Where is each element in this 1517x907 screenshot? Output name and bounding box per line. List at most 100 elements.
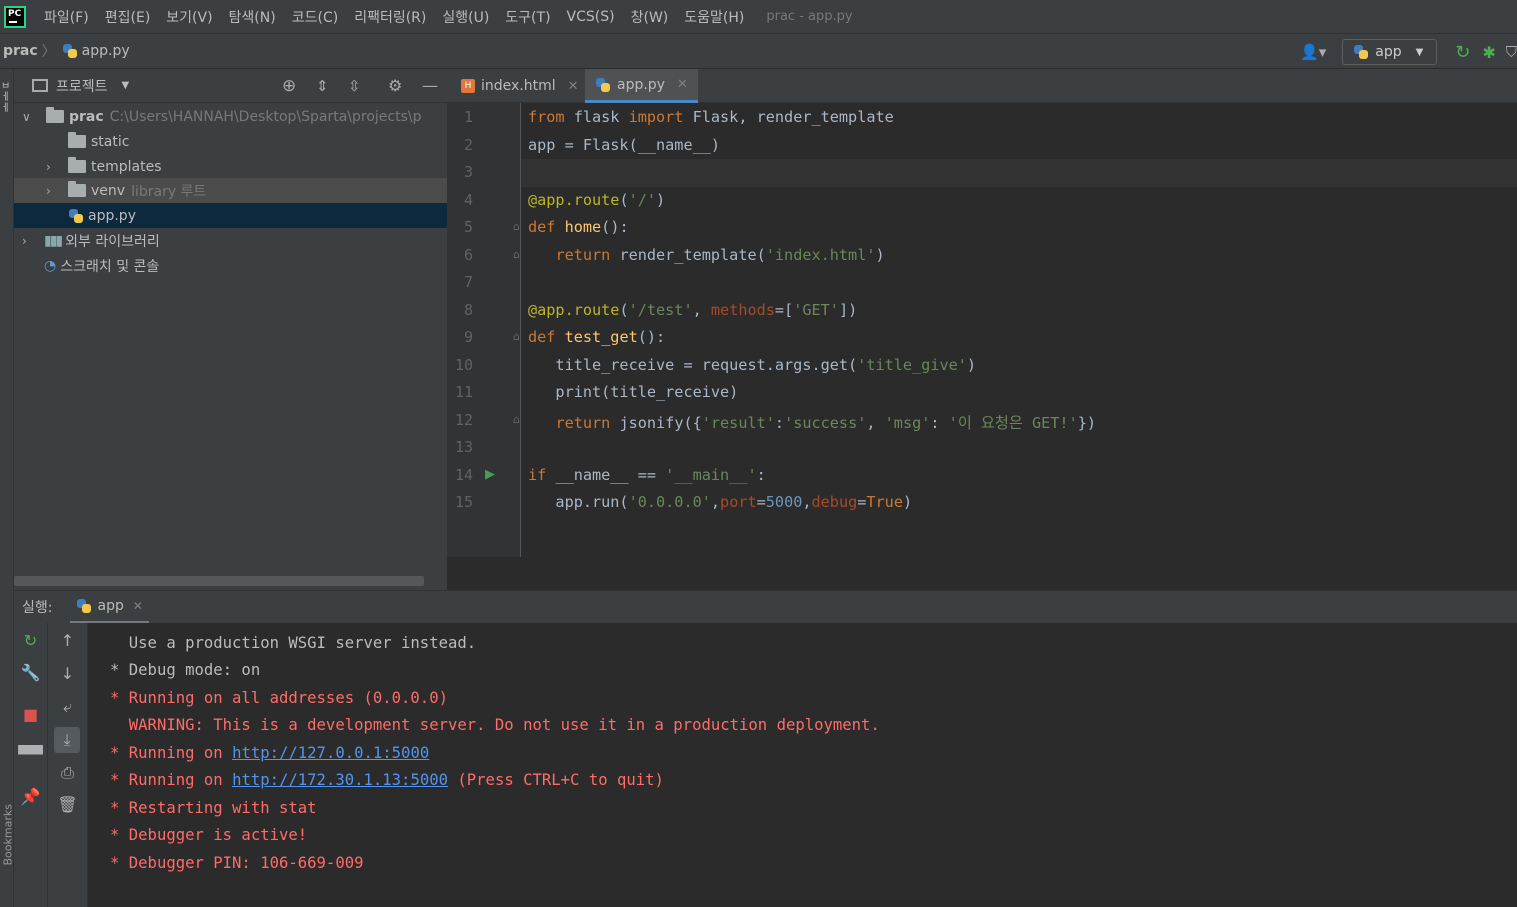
window-title: prac - app.py <box>766 9 853 24</box>
menu-run[interactable]: 실행(U) <box>434 7 497 27</box>
console-line: * Debugger PIN: 106-669-009 <box>110 854 364 872</box>
line-number: 12 <box>454 410 473 429</box>
settings-gear-icon[interactable]: ⚙ <box>388 76 402 95</box>
rerun-icon[interactable]: ↻ <box>1455 42 1470 63</box>
menu-edit[interactable]: 편집(E) <box>97 7 159 27</box>
code-line: return jsonify({'result':'success', 'msg… <box>555 413 1097 432</box>
tab-app-py[interactable]: app.py ✕ <box>585 69 698 103</box>
fold-marker-icon[interactable]: ⌂ <box>513 248 520 261</box>
trash-icon[interactable]: 🗑 <box>48 795 87 814</box>
menu-tools[interactable]: 도구(T) <box>497 7 558 27</box>
run-tab-app[interactable]: app ✕ <box>70 591 149 624</box>
line-number: 11 <box>454 383 473 401</box>
collapse-all-icon[interactable]: ⇳ <box>348 77 361 95</box>
left-tool-strip: ㅂㅔㅔ Bookmarks <box>0 69 15 907</box>
tree-item-templates[interactable]: › templates <box>14 154 447 179</box>
wrench-icon[interactable]: 🔧 <box>14 663 47 682</box>
project-view-icon <box>32 79 48 92</box>
line-number: 10 <box>454 355 473 374</box>
run-config-selector[interactable]: app ▼ <box>1342 39 1438 65</box>
coverage-shield-icon[interactable]: ⛉ <box>1506 43 1517 61</box>
fold-marker-icon[interactable]: ⌂ <box>513 413 520 426</box>
arrow-down-icon[interactable]: ↓ <box>48 664 87 683</box>
print-icon[interactable]: ⎙ <box>48 763 87 783</box>
breadcrumb-separator-icon: 〉 <box>41 44 56 60</box>
tree-item-app-py[interactable]: app.py <box>14 203 447 228</box>
menu-navigate[interactable]: 탐색(N) <box>221 7 284 27</box>
line-number: 1 <box>463 108 473 126</box>
rerun-icon[interactable]: ↻ <box>14 631 47 650</box>
pin-icon[interactable]: 📌 <box>14 787 47 806</box>
hide-panel-icon[interactable]: — <box>422 76 438 95</box>
code-line: app = Flask(__name__) <box>528 135 721 154</box>
breadcrumb-root[interactable]: prac <box>0 43 38 59</box>
python-file-icon <box>68 208 84 224</box>
code-line: app.run('0.0.0.0',port=5000,debug=True) <box>528 493 913 511</box>
user-account-icon[interactable]: 👤▾ <box>1300 43 1326 61</box>
code-line: def home(): <box>528 218 629 236</box>
code-line: return render_template('index.html') <box>555 245 885 264</box>
menu-vcs[interactable]: VCS(S) <box>559 9 623 25</box>
line-number: 3 <box>463 163 473 181</box>
expand-all-icon[interactable]: ⇕ <box>316 77 329 95</box>
project-view-dropdown-icon[interactable]: ▼ <box>122 80 130 91</box>
menu-help[interactable]: 도움말(H) <box>676 7 752 27</box>
run-toolbar-primary: ↻ 🔧 ■ ▀▀ 📌 <box>14 623 48 907</box>
close-icon[interactable]: ✕ <box>677 77 688 92</box>
tree-item-label: templates <box>91 158 162 175</box>
editor-tab-bar: H index.html ✕ app.py ✕ <box>447 69 1517 103</box>
localhost-link[interactable]: http://127.0.0.1:5000 <box>232 744 429 762</box>
tree-item-static[interactable]: static <box>14 129 447 154</box>
fold-marker-icon[interactable]: ⌂ <box>513 330 520 343</box>
tree-item-venv[interactable]: › venv library 루트 <box>14 178 447 203</box>
folder-icon <box>46 107 64 123</box>
console-line: WARNING: This is a development server. D… <box>110 716 880 734</box>
locate-file-icon[interactable]: ⊕ <box>282 76 296 96</box>
stop-icon[interactable]: ■ <box>14 705 47 724</box>
root-folder-name: prac <box>69 108 104 125</box>
tab-index-html[interactable]: H index.html ✕ <box>451 69 589 103</box>
line-number: 15 <box>454 493 473 511</box>
close-icon[interactable]: ✕ <box>133 599 143 613</box>
tree-item-scratches[interactable]: ◔ 스크래치 및 콘솔 <box>14 253 447 278</box>
soft-wrap-icon[interactable]: ⤶ <box>48 697 87 717</box>
console-line: * Restarting with stat <box>110 799 317 817</box>
menu-refactor[interactable]: 리팩터링(R) <box>346 7 434 27</box>
close-icon[interactable]: ✕ <box>568 79 579 94</box>
project-horizontal-scrollbar[interactable] <box>14 576 424 586</box>
line-number: 7 <box>463 273 473 291</box>
fold-marker-icon[interactable]: ⌂ <box>513 220 520 233</box>
library-icon: ▮▮▮ <box>44 232 63 249</box>
code-line: title_receive = request.args.get('title_… <box>528 355 977 374</box>
bookmarks-label[interactable]: Bookmarks <box>2 804 15 865</box>
console-line: * Running on http://127.0.0.1:5000 <box>110 744 429 762</box>
layout-icon[interactable]: ▀▀ <box>14 745 47 764</box>
code-line: def test_get(): <box>528 328 666 346</box>
code-editor[interactable]: from flask import Flask, render_template… <box>521 103 1517 557</box>
folder-icon <box>68 157 86 173</box>
tree-root-prac[interactable]: ∨ prac C:\Users\HANNAH\Desktop\Sparta\pr… <box>14 104 447 129</box>
run-gutter-icon[interactable]: ▶ <box>485 467 495 482</box>
console-line: * Running on http://172.30.1.13:5000 (Pr… <box>110 771 664 789</box>
arrow-up-icon[interactable]: ↑ <box>48 631 87 650</box>
pycharm-logo-icon: PC <box>4 5 26 28</box>
tree-item-label: 스크래치 및 콘솔 <box>60 258 160 275</box>
editor-gutter: 1 2 3 4 5 6 7 8 9 10 11 12 13 14 15 ▶ ⌂ ⌂ ⌂ ⌂ <box>447 103 521 557</box>
tree-item-external-libraries[interactable]: › ▮▮▮ 외부 라이브러리 <box>14 228 447 253</box>
code-line: @app.route('/test', methods=['GET']) <box>528 300 858 319</box>
breadcrumb-file[interactable]: app.py <box>82 43 130 59</box>
run-toolbar-secondary: ↑ ↓ ⤶ ⤓ ⎙ 🗑 <box>48 623 88 907</box>
project-panel-title[interactable]: 프로젝트 <box>56 76 108 96</box>
menu-window[interactable]: 창(W) <box>623 7 677 27</box>
menu-file[interactable]: 파일(F) <box>36 7 97 27</box>
menu-code[interactable]: 코드(C) <box>284 7 346 27</box>
lan-address-link[interactable]: http://172.30.1.13:5000 <box>232 771 448 789</box>
dropdown-arrow-icon: ▼ <box>1415 46 1424 58</box>
line-number: 4 <box>463 190 473 209</box>
project-tool-window-label[interactable]: ㅂㅔㅔ <box>1 81 11 141</box>
debug-bug-icon[interactable]: ✱ <box>1482 43 1495 62</box>
console-output[interactable]: Use a production WSGI server instead. * … <box>88 623 1517 907</box>
project-panel: 프로젝트 ▼ ⊕ ⇕ ⇳ ⚙ — ∨ prac C:\Users\HANNAH\… <box>14 69 447 590</box>
menu-view[interactable]: 보기(V) <box>158 7 220 27</box>
scroll-to-end-icon[interactable]: ⤓ <box>54 727 80 753</box>
